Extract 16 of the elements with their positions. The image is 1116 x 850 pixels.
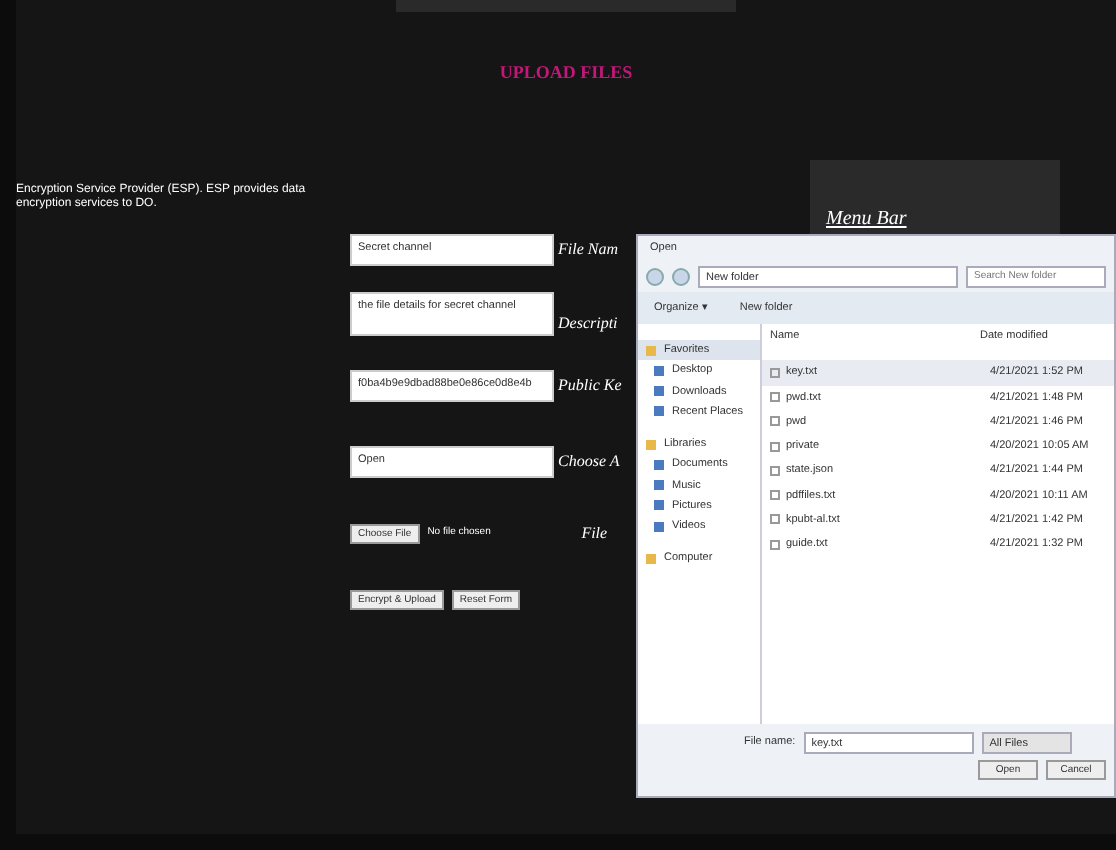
field-label: Descripti	[558, 311, 618, 335]
file-icon	[770, 465, 780, 476]
menu-title: Menu Bar	[826, 207, 907, 229]
file-icon	[770, 416, 780, 427]
file-icon	[770, 441, 780, 452]
field-label: Public Ke	[558, 373, 622, 397]
field-label: Choose A	[558, 449, 620, 473]
file-icon	[770, 514, 780, 525]
folder-icon	[646, 553, 656, 564]
file-icon	[770, 367, 780, 378]
file-icon	[770, 392, 780, 403]
field-label: File	[581, 521, 608, 545]
file-icon	[770, 490, 780, 501]
field-label: File Nam	[558, 237, 618, 261]
file-icon	[770, 539, 780, 550]
page-title: UPLOAD FILES	[497, 60, 635, 86]
